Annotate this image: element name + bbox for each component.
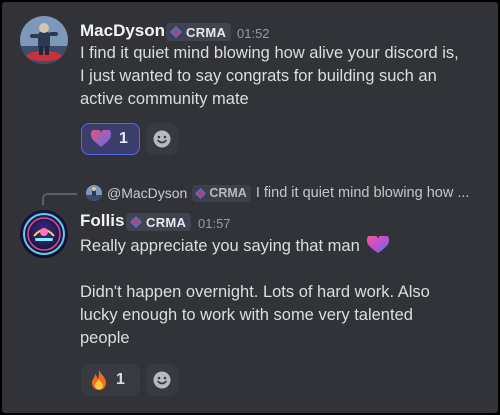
heart-emoji-icon (367, 234, 390, 253)
message-line: active community mate (80, 90, 249, 108)
reaction-count: 1 (119, 130, 128, 147)
reply-avatar (86, 185, 102, 201)
message-line (80, 258, 430, 281)
reply-preview[interactable]: @MacDyson CRMA I find it quiet mind blow… (86, 183, 469, 203)
server-tag-label: CRMA (186, 24, 227, 40)
reaction-fire[interactable]: 1 (81, 364, 140, 396)
message-content: Really appreciate you saying that man Di… (80, 234, 430, 350)
follis-avatar[interactable] (20, 210, 68, 258)
message-line: Really appreciate you saying that man (80, 234, 430, 258)
author-name[interactable]: Follis (80, 211, 124, 231)
reaction-heart[interactable]: 1 (81, 123, 140, 155)
reaction-count: 1 (116, 371, 125, 388)
smiley-icon (153, 130, 171, 148)
macdyson-avatar[interactable] (20, 16, 68, 64)
fire-icon (92, 370, 106, 390)
message-line: I find it quiet mind blowing how alive y… (80, 44, 459, 62)
crma-diamond-icon (195, 187, 207, 199)
timestamp: 01:57 (198, 216, 231, 231)
server-tag-label: CRMA (146, 214, 187, 230)
message-line: Didn't happen overnight. Lots of hard wo… (80, 283, 430, 301)
add-reaction-button[interactable] (146, 364, 178, 396)
reply-server-tag-label: CRMA (209, 186, 247, 200)
message-line: people (80, 329, 130, 347)
reply-author[interactable]: @MacDyson (107, 185, 187, 201)
crma-diamond-icon (130, 216, 142, 228)
reply-server-tag: CRMA (192, 184, 251, 202)
message-line: lucky enough to work with some very tale… (80, 306, 413, 324)
message-line: I just wanted to say congrats for buildi… (80, 67, 437, 85)
message-text: Really appreciate you saying that man (80, 237, 360, 255)
add-reaction-button[interactable] (146, 123, 178, 155)
message-content: I find it quiet mind blowing how alive y… (80, 42, 459, 111)
heart-icon (91, 130, 111, 147)
reply-connector (42, 193, 77, 205)
crma-diamond-icon (170, 26, 182, 38)
reply-text[interactable]: I find it quiet mind blowing how ... (256, 185, 470, 201)
server-tag[interactable]: CRMA (126, 213, 192, 231)
server-tag[interactable]: CRMA (166, 23, 232, 41)
chat-panel: MacDyson CRMA 01:52 I find it quiet mind… (2, 2, 498, 413)
smiley-icon (153, 371, 171, 389)
timestamp: 01:52 (237, 26, 270, 41)
author-name[interactable]: MacDyson (80, 21, 165, 41)
